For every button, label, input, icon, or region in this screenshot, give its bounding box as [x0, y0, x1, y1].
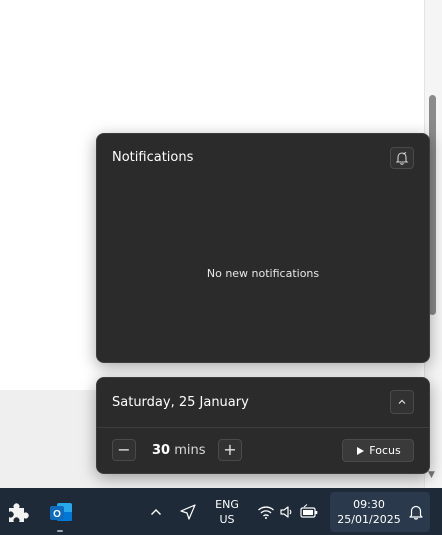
focus-duration-unit: mins	[174, 443, 206, 458]
show-hidden-icons-button[interactable]	[146, 503, 166, 521]
notification-bell-button[interactable]	[406, 502, 426, 522]
focus-session-row: − 30 mins + Focus	[112, 439, 414, 463]
start-focus-button[interactable]: Focus	[342, 439, 414, 462]
chevron-up-icon	[151, 509, 161, 515]
increase-focus-button[interactable]: +	[218, 439, 242, 461]
quick-settings-button[interactable]	[255, 502, 321, 522]
notification-settings-icon	[395, 152, 409, 165]
puzzle-app-button[interactable]	[4, 498, 32, 526]
scroll-down-arrow-icon[interactable]: ▼	[428, 470, 435, 480]
battery-icon	[300, 504, 318, 518]
bell-icon	[409, 505, 423, 520]
focus-button-label: Focus	[369, 444, 401, 457]
location-icon	[180, 504, 196, 520]
notifications-title: Notifications	[112, 150, 194, 165]
calendar-collapse-button[interactable]	[390, 390, 414, 414]
outlook-running-indicator	[57, 530, 63, 532]
clock-button[interactable]: 09:30 25/01/2025	[330, 492, 430, 532]
calendar-date-label: Saturday, 25 January	[112, 395, 249, 410]
clock: 09:30 25/01/2025	[330, 497, 408, 527]
wifi-icon	[258, 506, 274, 519]
clock-date: 25/01/2025	[337, 513, 401, 526]
notification-settings-button[interactable]	[390, 147, 414, 169]
panel-divider	[97, 427, 429, 428]
volume-icon	[280, 506, 292, 518]
scrollbar-thumb[interactable]	[429, 95, 436, 315]
notification-center: Notifications No new notifications	[96, 133, 430, 363]
no-notifications-message: No new notifications	[206, 267, 320, 280]
language-indicator[interactable]: ENG US	[208, 497, 246, 527]
location-button[interactable]	[178, 501, 198, 523]
keyboard-layout: US	[219, 513, 235, 526]
outlook-icon: O	[50, 503, 72, 521]
outlook-button[interactable]: O	[47, 497, 75, 527]
clock-time: 09:30	[353, 498, 385, 511]
decrease-focus-button[interactable]: −	[112, 439, 136, 461]
taskbar: O ENG US 09:30 25/01/2025	[0, 488, 442, 535]
chevron-up-icon	[398, 399, 406, 404]
puzzle-app-icon	[9, 503, 29, 522]
calendar-panel: Saturday, 25 January − 30 mins + Focus	[96, 377, 430, 474]
focus-duration: 30 mins	[152, 443, 206, 458]
focus-duration-value: 30	[152, 443, 171, 458]
language-code: ENG	[215, 498, 239, 511]
svg-text:O: O	[53, 509, 61, 520]
play-icon	[357, 446, 365, 455]
